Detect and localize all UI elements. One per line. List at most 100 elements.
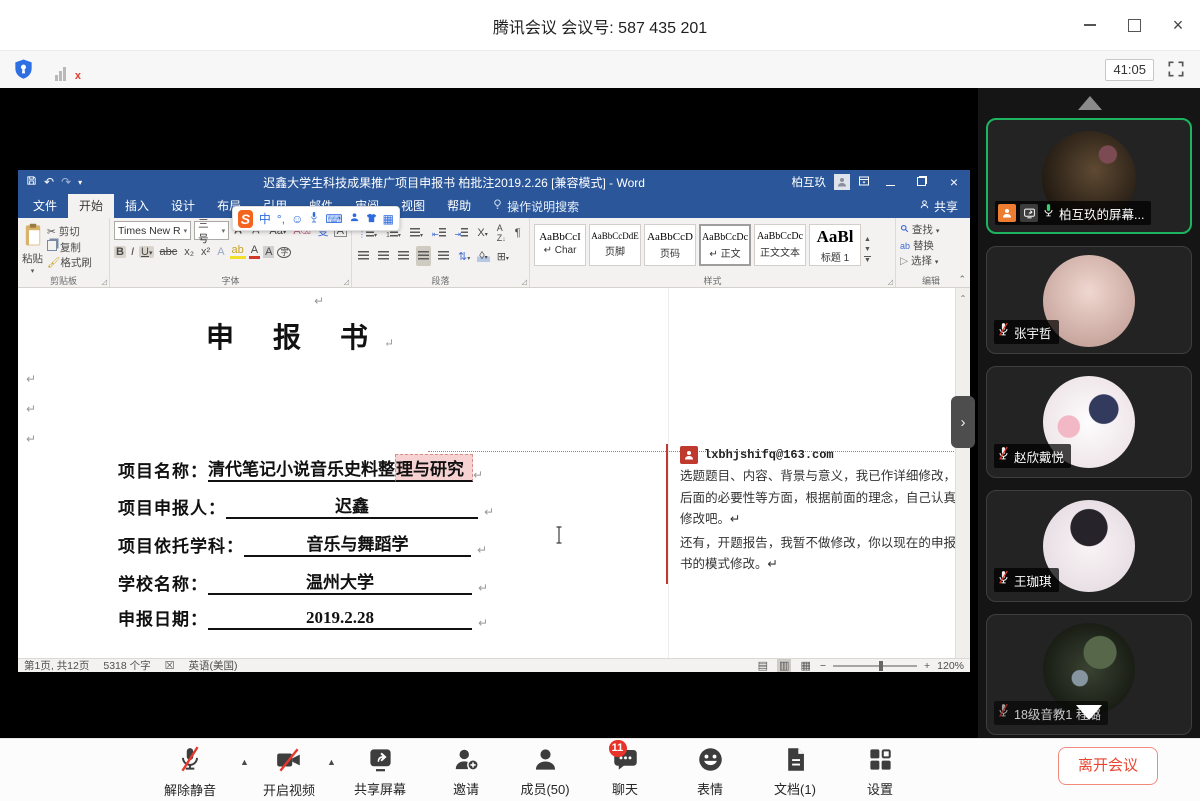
tab-design[interactable]: 设计	[160, 194, 206, 218]
font-name-select[interactable]: Times New R▾	[114, 221, 191, 240]
web-layout-icon[interactable]: ▦	[798, 659, 812, 672]
copy-button[interactable]: 复制	[47, 240, 92, 256]
ime-mic-icon[interactable]	[309, 211, 319, 226]
save-icon[interactable]	[26, 175, 37, 189]
replace-button[interactable]: ab 替换	[900, 239, 962, 254]
print-layout-icon[interactable]: ▥	[777, 659, 791, 672]
collapse-ribbon-icon[interactable]: ⌃	[958, 274, 966, 285]
styles-scroll-up-icon[interactable]: ▲	[864, 236, 871, 243]
clipboard-dialog-launcher[interactable]: ◿	[102, 278, 107, 286]
superscript-button[interactable]: x²	[199, 246, 212, 258]
style-item[interactable]: AaBbCcI↵ Char	[534, 224, 586, 266]
proofing-icon[interactable]: ☒	[165, 659, 175, 672]
style-item[interactable]: AaBl标题 1	[809, 224, 861, 266]
line-spacing-icon[interactable]: ⇅▾	[456, 250, 472, 263]
zoom-slider[interactable]	[833, 665, 917, 667]
start-video-button[interactable]: 开启视频	[254, 746, 324, 799]
participant-tile[interactable]: 王珈琪	[986, 490, 1192, 602]
underline-button[interactable]: U▾	[139, 246, 154, 258]
strikethrough-button[interactable]: abc	[157, 246, 179, 258]
emoji-button[interactable]: 表情	[675, 746, 745, 798]
ime-chinese-mode-icon[interactable]: 中	[259, 210, 271, 227]
participants-scroll-down-icon[interactable]	[1076, 705, 1102, 720]
video-options-caret[interactable]: ▲	[327, 757, 336, 767]
participant-tile-sharing[interactable]: 柏互玖的屏幕...	[986, 118, 1192, 234]
fullscreen-icon[interactable]	[1166, 59, 1186, 84]
close-button[interactable]: ×	[1156, 0, 1200, 50]
style-item[interactable]: AaBbCcDc正文文本	[754, 224, 806, 266]
distribute-icon[interactable]	[436, 246, 451, 266]
sort-icon[interactable]: AZ↓	[495, 223, 508, 243]
chat-button[interactable]: 11 聊天	[590, 746, 660, 798]
ime-emoji-icon[interactable]: ☺	[291, 212, 303, 226]
asian-layout-icon[interactable]: X▾	[475, 227, 489, 239]
members-button[interactable]: 成员(50)	[510, 746, 580, 798]
invite-button[interactable]: 邀请	[431, 746, 501, 798]
enclose-char-icon[interactable]: 字	[277, 247, 291, 258]
tab-insert[interactable]: 插入	[114, 194, 160, 218]
leave-meeting-button[interactable]: 离开会议	[1058, 747, 1158, 785]
share-screen-button[interactable]: 共享屏幕	[345, 746, 415, 798]
maximize-button[interactable]	[1112, 0, 1156, 50]
multilevel-list-icon[interactable]: ▾	[408, 223, 425, 243]
word-user-avatar[interactable]	[834, 174, 850, 190]
cut-button[interactable]: ✂ 剪切	[47, 225, 92, 240]
comment-bubble[interactable]: lxbhjshifq@163.com 选题题目、内容、背景与意义，我已作详细修改…	[680, 446, 956, 576]
ime-toolbox-icon[interactable]	[349, 212, 360, 226]
unmute-button[interactable]: 解除静音	[155, 746, 225, 799]
increase-indent-icon[interactable]: ⇥	[453, 223, 471, 243]
ime-grid-icon[interactable]: ▦	[383, 212, 394, 226]
participants-scroll-up-icon[interactable]	[1078, 96, 1102, 110]
undo-icon[interactable]: ↶	[44, 175, 54, 189]
decrease-indent-icon[interactable]: ⇤	[430, 223, 448, 243]
paragraph-dialog-launcher[interactable]: ◿	[522, 278, 527, 286]
mic-options-caret[interactable]: ▲	[240, 757, 249, 767]
zoom-in-icon[interactable]: +	[924, 660, 930, 672]
shading-icon[interactable]: ◊▾	[477, 250, 489, 262]
select-button[interactable]: ▷ 选择 ▾	[900, 254, 962, 270]
docs-button[interactable]: 文档(1)	[760, 746, 830, 798]
format-painter-button[interactable]: 🖌格式刷	[47, 256, 92, 271]
tell-me-search[interactable]: 操作说明搜索	[507, 198, 579, 215]
sidebar-collapse-tab[interactable]: ›	[951, 396, 975, 448]
share-button[interactable]: 共享	[934, 198, 958, 215]
word-count[interactable]: 5318 个字	[103, 658, 150, 673]
style-item[interactable]: AaBbCcD页码	[644, 224, 696, 266]
style-item-selected[interactable]: AaBbCcDc↵ 正文	[699, 224, 751, 266]
ime-keyboard-icon[interactable]: ⌨	[325, 212, 342, 226]
network-status-icon[interactable]: x	[55, 63, 79, 79]
ime-skin-icon[interactable]	[366, 212, 377, 226]
participant-tile[interactable]: 赵欣戴悦	[986, 366, 1192, 478]
borders-icon[interactable]: ⊞▾	[495, 250, 511, 263]
quickaccess-dropdown-icon[interactable]: ▾	[78, 178, 82, 187]
zoom-out-icon[interactable]: −	[820, 660, 826, 672]
align-left-icon[interactable]	[356, 246, 371, 266]
paste-button[interactable]: 粘贴 ▾	[22, 221, 43, 275]
find-button[interactable]: 查找 ▾	[900, 223, 962, 239]
text-effects-icon[interactable]: A	[215, 246, 226, 258]
font-dialog-launcher[interactable]: ◿	[344, 278, 349, 286]
language-indicator[interactable]: 英语(美国)	[189, 658, 238, 673]
document-canvas[interactable]: ↵ 申 报 书↵ ↵ ↵ ↵ 项目名称： 清代笔记小说音乐史料整理与研究 ↵ 项…	[18, 288, 956, 658]
tab-help[interactable]: 帮助	[436, 194, 482, 218]
styles-more-icon[interactable]: ▼	[864, 256, 871, 264]
italic-button[interactable]: I	[129, 246, 136, 258]
page-indicator[interactable]: 第1页, 共12页	[24, 658, 89, 673]
style-item[interactable]: AaBbCcDdE页脚	[589, 224, 641, 266]
align-right-icon[interactable]	[396, 246, 411, 266]
tab-home[interactable]: 开始	[68, 194, 114, 218]
zoom-slider-thumb[interactable]	[879, 661, 883, 671]
tab-file[interactable]: 文件	[22, 194, 68, 218]
word-restore-button[interactable]	[910, 175, 934, 189]
ribbon-display-options-icon[interactable]	[858, 175, 870, 190]
styles-scroll-down-icon[interactable]: ▼	[864, 246, 871, 253]
align-center-icon[interactable]	[376, 246, 391, 266]
read-mode-icon[interactable]: ▤	[756, 659, 770, 672]
minimize-button[interactable]	[1068, 0, 1112, 50]
settings-button[interactable]: 设置	[845, 746, 915, 798]
justify-icon[interactable]	[416, 246, 431, 266]
security-shield-icon[interactable]	[12, 58, 35, 86]
word-minimize-button[interactable]	[878, 175, 902, 189]
scroll-up-icon[interactable]: ⌃	[960, 294, 967, 303]
show-marks-icon[interactable]: ¶	[513, 227, 523, 239]
